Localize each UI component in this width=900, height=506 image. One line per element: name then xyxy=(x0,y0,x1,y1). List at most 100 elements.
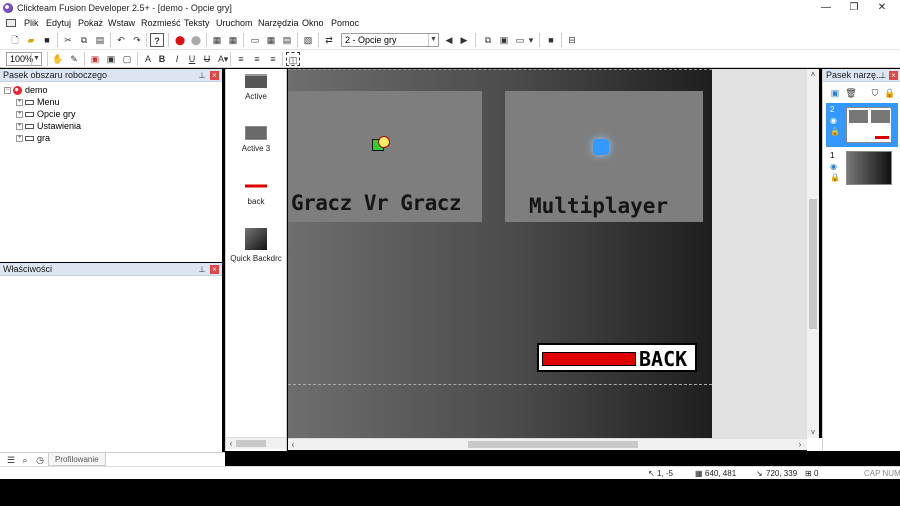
layers-icon[interactable]: ⧉ xyxy=(481,33,495,47)
system-menu-icon[interactable] xyxy=(6,19,16,27)
frame-hscroll[interactable]: ‹ › xyxy=(288,438,807,450)
back-button[interactable]: BACK xyxy=(537,343,697,372)
tab-profiling[interactable]: Profilowanie xyxy=(48,453,106,466)
visibility-eye-icon[interactable]: ◉ xyxy=(830,116,837,125)
restore-button[interactable]: ❐ xyxy=(840,0,868,16)
menu-narzedzia[interactable]: Narzędzia xyxy=(258,18,299,28)
menu-pokaz[interactable]: Pokaż xyxy=(78,18,103,28)
frame-vscroll[interactable]: ˄ ˅ xyxy=(807,69,819,438)
delete-layer-icon[interactable]: 🗑 xyxy=(844,86,858,100)
object-item-back[interactable]: back xyxy=(226,179,286,206)
object-item-active[interactable]: Active xyxy=(226,74,286,101)
stop-icon[interactable]: ⬤ xyxy=(173,33,187,47)
menu-rozmiesc[interactable]: Rozmieść xyxy=(141,18,181,28)
tree-item-opcie-gry[interactable]: + Opcie gry xyxy=(16,109,76,121)
lock-icon[interactable]: 🔒 xyxy=(830,127,840,136)
mode-tile-gracz-vr-gracz[interactable]: Gracz Vr Gracz xyxy=(288,91,482,222)
redo-icon[interactable]: ↷ xyxy=(130,33,144,47)
cut-icon[interactable]: ✂ xyxy=(61,33,75,47)
menu-plik[interactable]: Plik xyxy=(24,18,39,28)
close-panel-button[interactable]: × xyxy=(210,71,219,80)
copy-icon[interactable]: ⧉ xyxy=(77,33,91,47)
frame-editor-icon[interactable]: ▦ xyxy=(226,33,240,47)
bold-icon[interactable]: B xyxy=(155,52,169,66)
color-picker-icon[interactable]: ▣ xyxy=(88,52,102,66)
object-item-active-3[interactable]: Active 3 xyxy=(226,126,286,153)
underline-icon[interactable]: U xyxy=(185,52,199,66)
record-icon[interactable]: ⬤ xyxy=(189,33,203,47)
fill-icon[interactable]: ▣ xyxy=(104,52,118,66)
next-frame-icon[interactable]: ▶ xyxy=(457,33,471,47)
menu-edytuj[interactable]: Edytuj xyxy=(46,18,71,28)
hand-tool-icon[interactable]: ✋ xyxy=(51,52,65,66)
frame-canvas[interactable]: Gracz Vr Gracz Multiplayer BACK xyxy=(288,69,712,438)
pin-icon[interactable]: ⊥ xyxy=(879,71,887,80)
object-list-hscroll[interactable]: ‹ xyxy=(226,437,286,449)
help-icon[interactable]: ? xyxy=(150,33,164,47)
zoom-select[interactable]: 100% ▼ xyxy=(6,52,42,66)
tree-item-gra[interactable]: + gra xyxy=(16,133,50,145)
pin-icon[interactable]: ⊥ xyxy=(198,71,206,80)
align-center-icon[interactable]: ≡ xyxy=(250,52,264,66)
save-icon[interactable]: ■ xyxy=(40,33,54,47)
italic-icon[interactable]: I xyxy=(170,52,184,66)
tree-item-ustawienia[interactable]: + Ustawienia xyxy=(16,121,81,133)
display-options-icon[interactable]: ▭ xyxy=(513,33,527,47)
scroll-thumb[interactable] xyxy=(236,440,266,447)
scroll-down-icon[interactable]: ˅ xyxy=(808,427,818,438)
open-folder-icon[interactable]: ▰ xyxy=(24,33,38,47)
align-left-icon[interactable]: ≡ xyxy=(234,52,248,66)
menu-pomoc[interactable]: Pomoc xyxy=(331,18,359,28)
properties-tab-icon[interactable]: ☰ xyxy=(4,453,18,467)
lock-icon[interactable]: 🔒 xyxy=(830,173,840,182)
undo-icon[interactable]: ↶ xyxy=(114,33,128,47)
layer-item-2[interactable]: 2 ◉ 🔒 xyxy=(826,103,898,147)
layer-item-1[interactable]: 1 ◉ 🔒 xyxy=(826,149,898,193)
collapse-icon[interactable]: − xyxy=(4,87,11,95)
tree-item-menu[interactable]: + Menu xyxy=(16,97,60,109)
grid-toggle-icon[interactable]: ■ xyxy=(544,33,558,47)
picture-editor-icon[interactable]: ▧ xyxy=(301,33,315,47)
scroll-thumb[interactable] xyxy=(809,199,817,329)
clock-icon[interactable]: ◷ xyxy=(33,453,47,467)
data-elements-icon[interactable]: ▤ xyxy=(280,33,294,47)
menu-teksty[interactable]: Teksty xyxy=(184,18,210,28)
previous-frame-icon[interactable]: ◀ xyxy=(442,33,456,47)
expand-icon[interactable]: + xyxy=(16,123,23,131)
search-icon[interactable]: ⌕ xyxy=(18,453,32,467)
scroll-up-icon[interactable]: ˄ xyxy=(808,69,818,80)
layer-effects-icon[interactable]: ⛉ xyxy=(868,86,882,100)
chevron-down-icon[interactable]: ▾ xyxy=(222,52,230,66)
font-icon[interactable]: A xyxy=(141,52,155,66)
close-panel-button[interactable]: × xyxy=(889,71,898,80)
menu-okno[interactable]: Okno xyxy=(302,18,324,28)
scroll-left-icon[interactable]: ‹ xyxy=(226,438,236,449)
paste-icon[interactable]: ▤ xyxy=(93,33,107,47)
chevron-down-icon[interactable]: ▾ xyxy=(527,33,535,47)
expand-icon[interactable]: + xyxy=(16,99,23,107)
menu-uruchom[interactable]: Uruchom xyxy=(216,18,253,28)
close-button[interactable]: ✕ xyxy=(868,0,896,16)
storyboard-icon[interactable]: ▦ xyxy=(210,33,224,47)
menu-wstaw[interactable]: Wstaw xyxy=(108,18,135,28)
lock-layer-icon[interactable]: 🔒 xyxy=(883,86,897,100)
border-icon[interactable]: ▢ xyxy=(120,52,134,66)
event-editor-icon[interactable]: ▭ xyxy=(248,33,262,47)
object-properties-icon[interactable]: ▣ xyxy=(497,33,511,47)
magic-wand-icon[interactable]: ✎ xyxy=(67,52,81,66)
fit-selection-icon[interactable]: ◫ xyxy=(286,52,300,66)
pin-icon[interactable]: ⊥ xyxy=(198,265,206,274)
visibility-eye-icon[interactable]: ◉ xyxy=(830,162,837,171)
add-layer-icon[interactable]: ▣ xyxy=(828,86,842,100)
mode-tile-multiplayer[interactable]: Multiplayer xyxy=(505,91,703,222)
scroll-right-icon[interactable]: › xyxy=(795,439,805,450)
expand-icon[interactable]: + xyxy=(16,111,23,119)
close-panel-button[interactable]: × xyxy=(210,265,219,274)
minimize-button[interactable]: — xyxy=(812,0,840,16)
align-right-icon[interactable]: ≡ xyxy=(266,52,280,66)
new-file-icon[interactable]: 🗋 xyxy=(8,33,22,47)
scroll-left-icon[interactable]: ‹ xyxy=(288,439,298,450)
run-frame-icon[interactable]: ⊟ xyxy=(565,33,579,47)
tree-item-demo[interactable]: − demo xyxy=(4,85,48,97)
strikethrough-icon[interactable]: U xyxy=(200,52,214,66)
